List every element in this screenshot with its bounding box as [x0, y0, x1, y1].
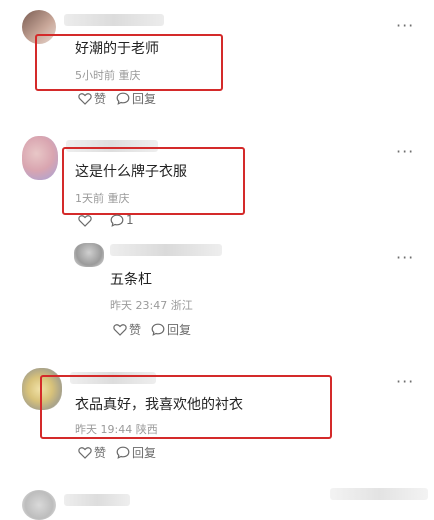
comment-bubble-icon: [151, 323, 165, 336]
reply-button[interactable]: 回复: [116, 444, 156, 461]
comment-actions: 赞 回复: [78, 444, 166, 461]
more-dots-icon[interactable]: ···: [396, 144, 414, 160]
heart-icon: [113, 324, 127, 336]
like-button[interactable]: 赞: [78, 90, 106, 107]
comment-bubble-icon: [110, 214, 124, 227]
username-blurred[interactable]: [64, 14, 164, 26]
comment-text: 这是什么牌子衣服: [75, 164, 187, 180]
more-dots-icon[interactable]: ···: [396, 250, 414, 266]
comment-meta: 1天前 重庆: [75, 192, 130, 205]
comment-meta: 昨天 19:44 陕西: [75, 423, 158, 436]
avatar[interactable]: [74, 243, 104, 267]
comment-text: 五条杠: [110, 272, 152, 288]
avatar[interactable]: [22, 490, 56, 520]
like-button[interactable]: 赞: [113, 321, 141, 338]
avatar[interactable]: [22, 136, 58, 180]
comment-bubble-icon: [116, 92, 130, 105]
like-label: 赞: [129, 323, 142, 337]
comment-actions: 1: [78, 213, 144, 227]
watermark-blurred: [330, 488, 428, 500]
comment-meta: 5小时前 重庆: [75, 69, 141, 82]
username-blurred[interactable]: [110, 244, 222, 256]
username-blurred[interactable]: [64, 494, 130, 506]
more-dots-icon[interactable]: ···: [396, 374, 414, 390]
comment-meta: 昨天 23:47 浙江: [110, 299, 193, 312]
reply-button[interactable]: 回复: [151, 321, 191, 338]
reply-label: 回复: [132, 446, 157, 460]
reply-label: 回复: [132, 92, 157, 106]
like-label: 赞: [94, 92, 107, 106]
reply-count: 1: [126, 213, 134, 227]
heart-icon: [78, 214, 92, 227]
heart-icon: [78, 447, 92, 459]
like-button[interactable]: [78, 214, 94, 227]
like-label: 赞: [94, 446, 107, 460]
comment-actions: 赞 回复: [113, 321, 201, 338]
heart-icon: [78, 93, 92, 105]
reply-label: 回复: [167, 323, 192, 337]
comment-text: 衣品真好，我喜欢他的衬衣: [75, 397, 243, 413]
more-dots-icon[interactable]: ···: [396, 18, 414, 34]
reply-button[interactable]: 1: [110, 213, 134, 227]
comment-bubble-icon: [116, 446, 130, 459]
comment-actions: 赞 回复: [78, 90, 166, 107]
comment-text: 好潮的于老师: [75, 41, 159, 57]
like-button[interactable]: 赞: [78, 444, 106, 461]
reply-button[interactable]: 回复: [116, 90, 156, 107]
